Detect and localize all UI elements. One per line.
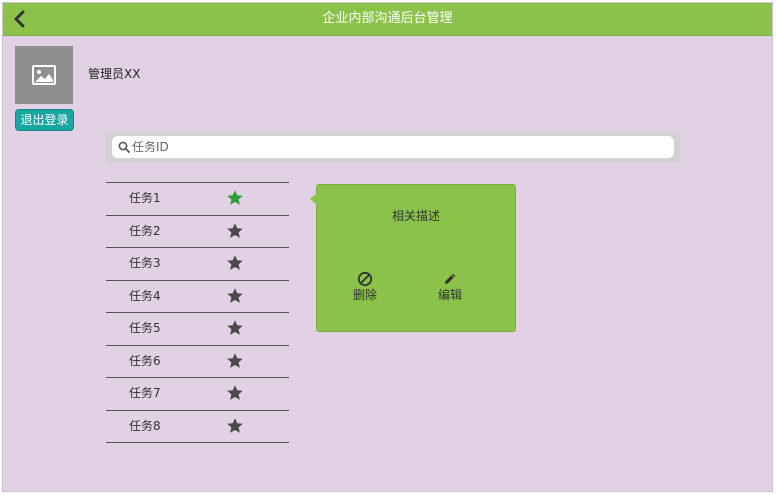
star-icon[interactable] bbox=[226, 287, 244, 305]
task-description: 相关描述 bbox=[391, 209, 440, 223]
task-label: 任务2 bbox=[129, 223, 161, 238]
task-list-item[interactable]: 任务2 bbox=[106, 216, 289, 248]
task-label: 任务6 bbox=[129, 353, 161, 368]
edit-button[interactable]: 编辑 bbox=[430, 271, 470, 303]
search-field[interactable] bbox=[112, 136, 674, 158]
task-list-item[interactable]: 任务6 bbox=[106, 346, 289, 378]
star-icon[interactable] bbox=[226, 352, 244, 370]
task-label: 任务7 bbox=[129, 386, 161, 400]
ban-icon bbox=[357, 271, 373, 287]
task-label: 任务1 bbox=[129, 191, 161, 205]
delete-label: 删除 bbox=[352, 288, 377, 302]
edit-label: 编辑 bbox=[437, 288, 462, 302]
task-label: 任务5 bbox=[129, 321, 161, 335]
star-icon[interactable] bbox=[226, 384, 244, 402]
star-icon[interactable] bbox=[226, 319, 244, 337]
page-title: 企业内部沟通后台管理 bbox=[322, 11, 453, 26]
avatar bbox=[15, 46, 73, 104]
delete-button[interactable]: 删除 bbox=[345, 271, 385, 303]
task-detail-popover: 相关描述 删除 编辑 bbox=[310, 184, 516, 332]
task-list-item[interactable]: 任务8 bbox=[106, 411, 289, 443]
task-label: 任务3 bbox=[129, 256, 161, 270]
task-label: 任务4 bbox=[129, 288, 161, 303]
star-icon[interactable] bbox=[226, 417, 244, 435]
star-icon[interactable] bbox=[226, 189, 244, 207]
logout-button[interactable]: 退出登录 bbox=[15, 109, 74, 131]
task-list-item[interactable]: 任务7 bbox=[106, 378, 289, 411]
popover-arrow bbox=[310, 193, 317, 205]
user-name: 管理员XX bbox=[88, 67, 141, 81]
task-list-item[interactable]: 任务5 bbox=[106, 313, 289, 346]
task-list-item[interactable]: 任务4 bbox=[106, 281, 289, 313]
task-list-item[interactable]: 任务3 bbox=[106, 248, 289, 281]
task-list-item[interactable]: 任务1 bbox=[106, 183, 289, 216]
search-bar bbox=[106, 132, 680, 163]
star-icon[interactable] bbox=[226, 222, 244, 240]
search-input[interactable] bbox=[130, 137, 674, 157]
star-icon[interactable] bbox=[226, 254, 244, 272]
search-icon bbox=[118, 141, 130, 153]
image-icon bbox=[32, 65, 56, 85]
pencil-icon bbox=[445, 273, 456, 284]
header-bar: 企业内部沟通后台管理 bbox=[3, 3, 772, 36]
task-list: 任务1 任务2 任务3 任务4 任务5 任务6 任务7 任务8 bbox=[106, 182, 289, 443]
app-frame: 企业内部沟通后台管理 管理员XX 退出登录 任务1 任务2 任务3 任务4 任务5 任务6… bbox=[2, 2, 773, 492]
task-label: 任务8 bbox=[129, 418, 161, 433]
